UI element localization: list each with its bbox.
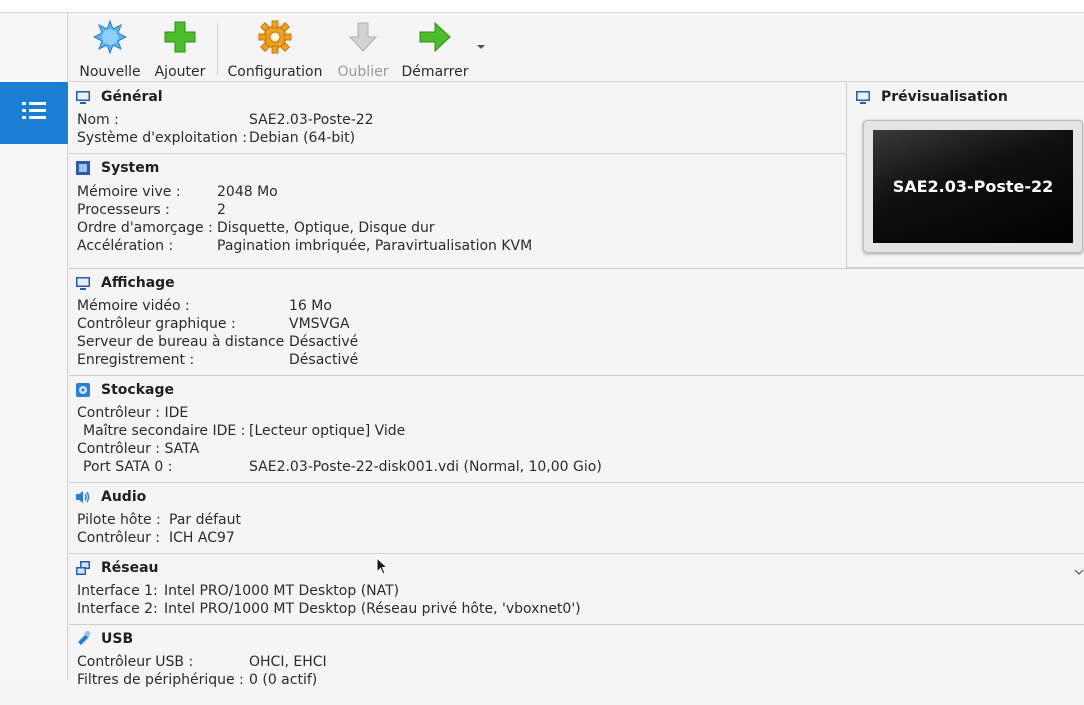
- section-header[interactable]: Audio: [75, 488, 146, 506]
- preview-screen-text: SAE2.03-Poste-22: [892, 177, 1054, 196]
- info-key: Filtres de périphérique :: [77, 672, 244, 688]
- preview-header[interactable]: Prévisualisation: [855, 88, 1008, 106]
- info-key: Maître secondaire IDE :: [83, 423, 246, 439]
- section-usb: USB Contrôleur USB : OHCI, EHCI Filtres …: [69, 625, 1084, 705]
- machine-tools-button[interactable]: [0, 82, 68, 144]
- preview-title: Prévisualisation: [881, 89, 1008, 105]
- arrow-right-icon: [400, 19, 470, 55]
- add-button[interactable]: Ajouter: [151, 19, 209, 80]
- network-icon: [75, 560, 91, 576]
- gear-icon: [226, 19, 324, 55]
- info-value[interactable]: [Lecteur optique] Vide: [249, 423, 405, 439]
- discard-button-label: Oublier: [337, 64, 389, 80]
- info-key: Mémoire vive :: [77, 184, 181, 200]
- new-button-label: Nouvelle: [79, 64, 141, 80]
- section-title: Réseau: [101, 560, 159, 576]
- chevron-down-icon[interactable]: [1074, 564, 1084, 580]
- section-title: Audio: [101, 489, 147, 505]
- info-value: Désactivé: [289, 334, 359, 350]
- info-key: Contrôleur :: [77, 530, 161, 546]
- section-network: Réseau Interface 1: Intel PRO/1000 MT De…: [69, 554, 1084, 625]
- start-dropdown-chevron-icon[interactable]: [477, 45, 485, 49]
- monitor-icon: [75, 89, 91, 105]
- info-key: Nom :: [77, 112, 119, 128]
- section-header[interactable]: Affichage: [75, 274, 175, 292]
- section-header[interactable]: Réseau: [75, 559, 159, 577]
- info-key: Contrôleur : SATA: [77, 441, 200, 457]
- section-header[interactable]: Général: [75, 88, 163, 106]
- info-value: Intel PRO/1000 MT Desktop (Réseau privé …: [164, 601, 581, 617]
- info-key: Contrôleur USB :: [77, 654, 194, 670]
- info-value: SAE2.03-Poste-22-disk001.vdi (Normal, 10…: [249, 459, 602, 475]
- plus-icon: [151, 19, 209, 55]
- info-key: Interface 1:: [77, 583, 158, 599]
- section-title: Affichage: [101, 275, 175, 291]
- start-button[interactable]: Démarrer: [400, 19, 470, 80]
- start-button-label: Démarrer: [401, 64, 469, 80]
- info-key: Serveur de bureau à distance :: [77, 334, 294, 350]
- info-value: ICH AC97: [169, 530, 235, 546]
- info-value: Pagination imbriquée, Paravirtualisation…: [217, 238, 533, 254]
- section-header[interactable]: USB: [75, 630, 133, 648]
- info-value: 16 Mo: [289, 298, 332, 314]
- info-value: 0 (0 actif): [249, 672, 318, 688]
- window-top-strip: [0, 0, 1084, 13]
- info-key: Enregistrement :: [77, 352, 195, 368]
- speaker-icon: [75, 489, 91, 505]
- info-value: 2048 Mo: [217, 184, 278, 200]
- info-value: SAE2.03-Poste-22: [249, 112, 374, 128]
- section-system: System Mémoire vive : 2048 Mo Processeur…: [69, 154, 846, 268]
- info-key: Port SATA 0 :: [83, 459, 173, 475]
- section-header[interactable]: Stockage: [75, 381, 174, 399]
- info-value: Par défaut: [169, 512, 241, 528]
- info-value: Intel PRO/1000 MT Desktop (NAT): [164, 583, 400, 599]
- section-general: Général Nom : SAE2.03-Poste-22 Système d…: [69, 83, 846, 154]
- info-value: VMSVGA: [289, 316, 350, 332]
- add-button-label: Ajouter: [154, 64, 206, 80]
- main-toolbar: Nouvelle Ajouter Configuration Oublier D…: [69, 13, 1084, 82]
- info-value: Désactivé: [289, 352, 359, 368]
- discard-button[interactable]: Oublier: [333, 19, 393, 80]
- info-value: Disquette, Optique, Disque dur: [217, 220, 435, 236]
- section-title: Stockage: [101, 382, 174, 398]
- info-key: Processeurs :: [77, 202, 170, 218]
- info-key: Pilote hôte :: [77, 512, 161, 528]
- info-key: Accélération :: [77, 238, 174, 254]
- section-title: USB: [101, 631, 134, 647]
- info-value: 2: [217, 202, 226, 218]
- mouse-cursor-icon: [376, 556, 389, 579]
- toolbar-separator: [217, 23, 218, 75]
- info-key: Système d'exploitation :: [77, 130, 247, 146]
- new-button[interactable]: Nouvelle: [77, 19, 143, 80]
- details-pane: Général Nom : SAE2.03-Poste-22 Système d…: [69, 83, 1084, 688]
- info-key: Contrôleur graphique :: [77, 316, 236, 332]
- section-title: Général: [101, 89, 163, 105]
- arrow-down-icon: [333, 19, 393, 55]
- preview-panel: Prévisualisation SAE2.03-Poste-22: [847, 83, 1084, 268]
- list-icon: [22, 101, 46, 125]
- monitor-icon: [75, 275, 91, 291]
- section-audio: Audio Pilote hôte : Par défaut Contrôleu…: [69, 483, 1084, 554]
- settings-button-label: Configuration: [227, 64, 323, 80]
- info-value: Debian (64-bit): [249, 130, 356, 146]
- preview-screen: SAE2.03-Poste-22: [873, 130, 1073, 243]
- info-value: OHCI, EHCI: [249, 654, 327, 670]
- info-key: Mémoire vidéo :: [77, 298, 190, 314]
- info-key: Interface 2:: [77, 601, 158, 617]
- monitor-icon: [855, 89, 871, 105]
- preview-frame: SAE2.03-Poste-22: [863, 120, 1083, 253]
- new-vm-star-icon: [77, 19, 143, 55]
- info-key: Ordre d'amorçage :: [77, 220, 213, 236]
- section-title: System: [101, 160, 160, 176]
- info-key: Contrôleur : IDE: [77, 405, 189, 421]
- section-header[interactable]: System: [75, 159, 159, 177]
- usb-icon: [75, 631, 91, 647]
- settings-button[interactable]: Configuration: [226, 19, 324, 80]
- section-storage: Stockage Contrôleur : IDE Maître seconda…: [69, 376, 1084, 483]
- chip-icon: [75, 160, 91, 176]
- storage-disk-icon: [75, 382, 91, 398]
- section-display: Affichage Mémoire vidéo : 16 Mo Contrôle…: [69, 269, 1084, 376]
